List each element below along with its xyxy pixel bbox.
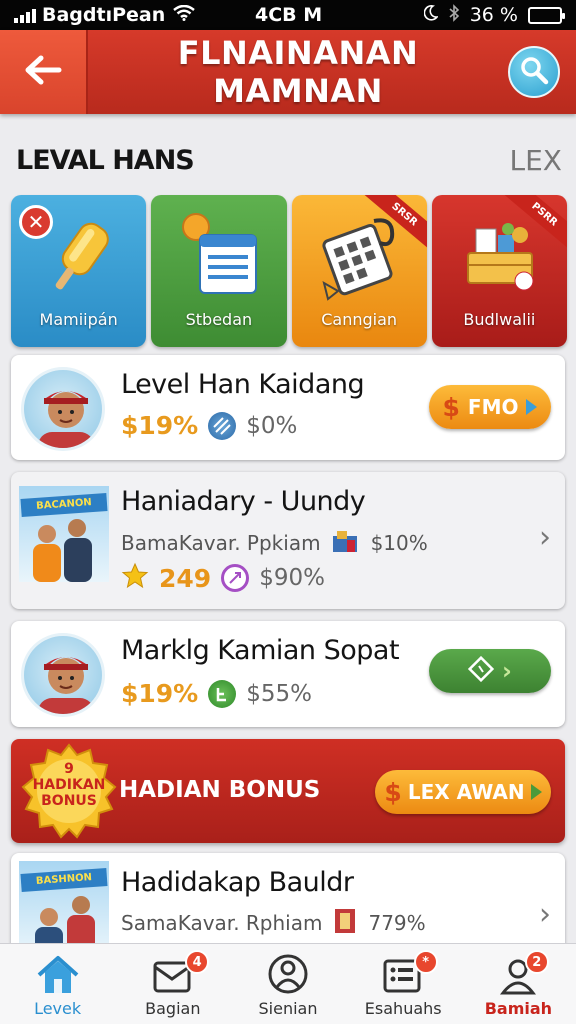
bonus-title: HADIAN BONUS bbox=[119, 777, 321, 803]
page-title: FLNAINANAN MAMNAN bbox=[177, 34, 419, 110]
category-tile-canngian[interactable]: SRSR Canngian bbox=[291, 195, 427, 347]
globe-icon bbox=[208, 411, 237, 440]
coin-icon bbox=[208, 679, 237, 708]
search-icon bbox=[519, 55, 549, 90]
chevron-right-icon[interactable]: › bbox=[539, 520, 551, 555]
item-score: 249 bbox=[159, 563, 212, 593]
arrow-left-icon bbox=[23, 54, 63, 91]
clock-icon bbox=[221, 564, 250, 592]
item-subline: SamaKavar. Rphiam 779% bbox=[121, 907, 426, 939]
bonus-seal-text: HADIKAN BONUS bbox=[32, 777, 106, 809]
avatar bbox=[21, 633, 105, 717]
nav-label: Bagian bbox=[145, 999, 201, 1018]
play-arrow-icon bbox=[526, 399, 538, 415]
dollar-icon: $ bbox=[442, 392, 460, 422]
category-tile-stbedan[interactable]: Stbedan bbox=[151, 195, 287, 347]
item-title: Marklg Kamian Sopat bbox=[121, 635, 400, 666]
promo-button-label: FMO bbox=[467, 395, 519, 419]
shopping-basket-icon bbox=[467, 223, 534, 291]
item-percent: $19% bbox=[121, 411, 199, 440]
nav-tab-esahuahs[interactable]: * Esahuahs bbox=[346, 944, 461, 1024]
home-icon bbox=[37, 956, 78, 993]
nav-tab-bagian[interactable]: 4 Bagian bbox=[115, 944, 230, 1024]
item-title: Hadidakap Bauldr bbox=[121, 867, 354, 898]
promo-button[interactable]: $ FMO bbox=[429, 385, 551, 429]
item-title: Haniadary - Uundy bbox=[121, 486, 366, 517]
door-icon bbox=[332, 907, 358, 939]
item-photo: BASHNON bbox=[19, 861, 109, 953]
section-more-link[interactable]: LEX bbox=[510, 144, 562, 177]
calendar-grid-icon bbox=[322, 218, 395, 301]
moon-icon bbox=[423, 4, 439, 26]
bluetooth-icon bbox=[448, 3, 460, 27]
nav-label: Sienian bbox=[258, 999, 318, 1018]
nav-label: Bamiah bbox=[484, 999, 553, 1018]
play-arrow-icon bbox=[530, 784, 542, 800]
list-item[interactable]: Marklg Kamian Sopat $19% $55% › bbox=[11, 621, 565, 727]
category-label: Canngian bbox=[321, 310, 398, 329]
nav-tab-bamiah[interactable]: 2 Bamiah bbox=[461, 944, 576, 1024]
item-sub-value: $10% bbox=[370, 531, 428, 555]
svg-text:9: 9 bbox=[64, 761, 74, 777]
action-button[interactable]: › bbox=[429, 649, 551, 693]
list-item[interactable]: Level Han Kaidang $19% $0% $ FMO bbox=[11, 355, 565, 460]
category-row: ✕ Mamiipán Stbedan SRSR Canngian PSRR Bu… bbox=[11, 195, 567, 347]
bottom-nav: Levek 4 Bagian Sienian * Esahuahs 2 Bami… bbox=[0, 943, 576, 1024]
item-value: $0% bbox=[246, 412, 298, 439]
section-title: LEVAL HANS bbox=[16, 144, 195, 176]
item-stats: 249 $90% bbox=[121, 562, 325, 594]
list-item[interactable]: BACANON Haniadary - Uundy BamaKavar. Ppk… bbox=[11, 472, 565, 609]
item-title: Level Han Kaidang bbox=[121, 369, 365, 400]
avatar bbox=[21, 367, 105, 451]
signal-icon bbox=[14, 7, 36, 23]
app-header: FLNAINANAN MAMNAN bbox=[0, 30, 576, 114]
item-stats: $19% $0% bbox=[121, 411, 297, 440]
chevron-right-icon: › bbox=[502, 657, 512, 685]
status-bar: BagdtıPean 4CB M 36 % bbox=[0, 0, 576, 30]
user-circle-icon bbox=[268, 954, 308, 994]
item-stats: $19% $55% bbox=[121, 679, 312, 708]
bonus-button-label: LEX AWAN bbox=[407, 780, 525, 804]
nav-label: Levek bbox=[34, 999, 82, 1018]
nav-tab-sienian[interactable]: Sienian bbox=[230, 944, 345, 1024]
item-value: $55% bbox=[246, 680, 312, 707]
notification-badge: * bbox=[413, 950, 438, 974]
item-percent: $19% bbox=[121, 679, 199, 708]
category-tile-budlwalii[interactable]: PSRR Budlwalii bbox=[431, 195, 567, 347]
bonus-claim-button[interactable]: $ LEX AWAN bbox=[375, 770, 551, 814]
nav-label: Esahuahs bbox=[364, 999, 442, 1018]
item-sub-value: 779% bbox=[368, 911, 426, 935]
notification-badge: 4 bbox=[185, 950, 210, 974]
close-icon[interactable]: ✕ bbox=[19, 205, 53, 239]
item-photo: BACANON bbox=[19, 486, 109, 582]
item-subline: BamaKavar. Ppkiam $10% bbox=[121, 528, 428, 558]
item-subtitle: BamaKavar. Ppkiam bbox=[121, 531, 321, 555]
back-button[interactable] bbox=[0, 30, 88, 114]
star-icon bbox=[121, 562, 149, 594]
search-button[interactable] bbox=[508, 46, 560, 98]
dollar-icon: $ bbox=[384, 777, 402, 807]
tag-icon bbox=[467, 655, 495, 687]
wifi-icon bbox=[173, 4, 196, 26]
category-label: Stbedan bbox=[185, 310, 253, 329]
item-subtitle: SamaKavar. Rphiam bbox=[121, 911, 323, 935]
category-label: Mamiipán bbox=[39, 310, 118, 329]
store-icon bbox=[331, 528, 361, 558]
category-tile-mamiipan[interactable]: ✕ Mamiipán bbox=[11, 195, 147, 347]
list-item[interactable]: BASHNON Hadidakap Bauldr SamaKavar. Rphi… bbox=[11, 853, 565, 953]
section-header: LEVAL HANS LEX bbox=[16, 140, 562, 180]
nav-tab-levek[interactable]: Levek bbox=[0, 944, 115, 1024]
calendar-icon bbox=[181, 213, 257, 294]
carrier-name: BagdtıPean bbox=[42, 4, 166, 26]
status-center-text: 4CB M bbox=[255, 4, 323, 26]
item-value: $90% bbox=[259, 565, 325, 591]
battery-icon bbox=[528, 6, 565, 24]
notification-badge: 2 bbox=[524, 950, 549, 974]
bonus-banner[interactable]: 9 HADIKAN BONUS HADIAN BONUS $ LEX AWAN bbox=[11, 739, 565, 843]
battery-percent: 36 % bbox=[469, 4, 518, 26]
category-label: Budlwalii bbox=[463, 310, 536, 329]
chevron-right-icon[interactable]: › bbox=[539, 897, 551, 932]
